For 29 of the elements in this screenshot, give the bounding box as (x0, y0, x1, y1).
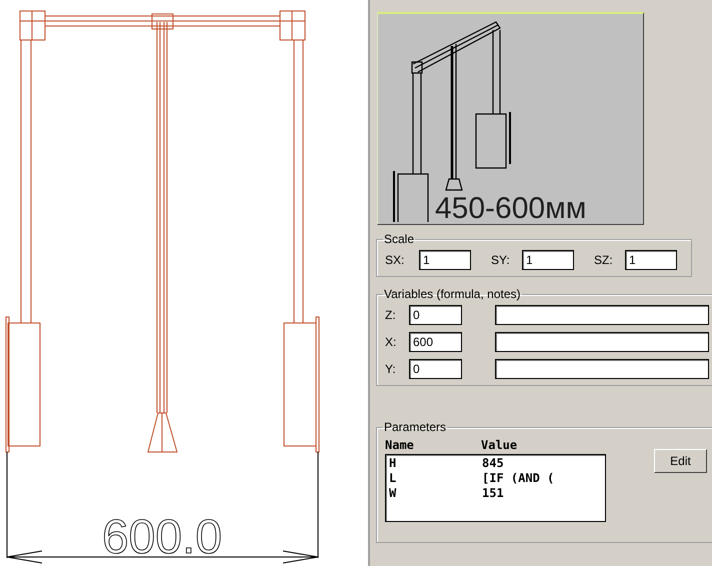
group-title: Variables (formula, notes) (383, 287, 522, 301)
field-label: Y: (385, 362, 397, 376)
variable-input[interactable]: 0 (409, 305, 462, 325)
field-label: Z: (385, 308, 397, 322)
edit-button[interactable]: Edit (654, 449, 707, 473)
variable-input[interactable]: 600 (409, 332, 462, 352)
note-input[interactable] (495, 359, 709, 379)
parameter-name[interactable]: W (389, 486, 482, 501)
column-header: Name (385, 438, 415, 452)
note-input[interactable] (495, 305, 709, 325)
variable-input[interactable]: 0 (409, 359, 462, 379)
scale-input[interactable]: 1 (419, 250, 471, 270)
preview-caption: 450-600мм (435, 192, 586, 222)
field-label: SX: (385, 253, 406, 267)
dimension-label: 600.0 (102, 511, 222, 564)
note-input[interactable] (495, 332, 709, 352)
parameter-value[interactable]: 151 (482, 486, 597, 501)
column-header: Value (481, 438, 518, 452)
field-label: SZ: (594, 253, 614, 267)
field-label: SY: (491, 253, 511, 267)
parameter-value[interactable]: 845 (482, 456, 597, 471)
parameter-name[interactable]: L (389, 471, 482, 486)
scale-input[interactable]: 1 (522, 250, 574, 270)
parameter-name[interactable]: H (389, 456, 482, 471)
group-title: Parameters (383, 420, 448, 434)
field-label: X: (385, 335, 398, 349)
group-title: Scale (383, 232, 416, 246)
parameter-value[interactable]: [IF (AND ( (482, 471, 597, 486)
scale-input[interactable]: 1 (625, 250, 677, 270)
